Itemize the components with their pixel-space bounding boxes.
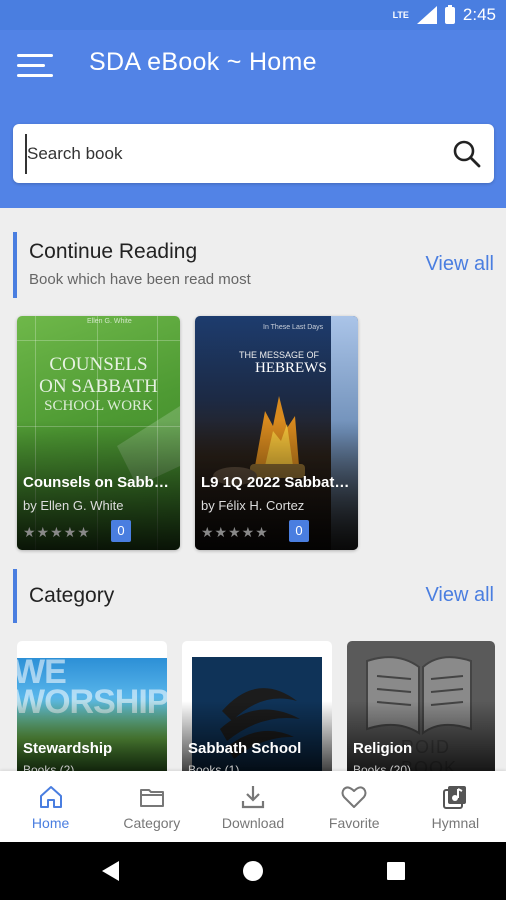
nav-home[interactable]: Home	[0, 771, 101, 842]
section-accent-bar	[13, 569, 17, 623]
back-icon[interactable]	[99, 859, 123, 883]
nav-label: Download	[221, 815, 285, 831]
book-title: L9 1Q 2022 Sabbath School	[201, 474, 353, 491]
book-author: by Ellen G. White	[23, 498, 124, 513]
category-name: Sabbath School	[188, 740, 302, 757]
section-subtitle: Book which have been read most	[29, 271, 251, 288]
home-circle-icon[interactable]	[241, 859, 265, 883]
battery-icon	[444, 4, 455, 24]
nav-label: Category	[123, 815, 181, 831]
search-icon[interactable]	[452, 139, 482, 169]
category-card[interactable]: Sabbath School Books (1)	[182, 641, 332, 781]
category-name: Religion	[353, 740, 413, 757]
cover-title-line: HEBREWS	[255, 360, 327, 376]
bottom-navigation: Home Category Download Favorite Hymnal	[0, 771, 506, 842]
download-icon	[241, 786, 265, 809]
clock: 2:45	[462, 5, 496, 24]
view-all-link[interactable]: View all	[425, 584, 494, 607]
book-card[interactable]: In These Last Days THE MESSAGE OF HEBREW…	[195, 316, 358, 550]
category-name: Stewardship	[23, 740, 113, 757]
page-title: SDA eBook ~ Home	[89, 48, 317, 76]
book-card[interactable]: Ellen G. White COUNSELS ON SABBATH SCHOO…	[17, 316, 180, 550]
book-title: Counsels on Sabbath School Work	[23, 474, 175, 491]
view-all-link[interactable]: View all	[425, 253, 494, 276]
signal-icon	[416, 6, 437, 24]
cover-title-line: ON SABBATH	[39, 376, 158, 397]
rating-badge: 0	[111, 520, 131, 542]
nav-download[interactable]: Download	[202, 771, 303, 842]
nav-label: Home	[31, 815, 70, 831]
nav-favorite[interactable]: Favorite	[304, 771, 405, 842]
menu-line	[17, 64, 45, 67]
nav-category[interactable]: Category	[101, 771, 202, 842]
system-navigation-bar	[0, 842, 506, 900]
cover-header: In These Last Days	[263, 324, 324, 331]
menu-button[interactable]	[17, 53, 53, 79]
rating-badge: 0	[289, 520, 309, 542]
category-card[interactable]: WEWORSHIP Stewardship Books (2)	[17, 641, 167, 781]
heart-icon	[341, 786, 367, 808]
search-bar	[13, 124, 494, 183]
category-header: Category View all	[13, 569, 494, 623]
star-rating: ★★★★★	[23, 524, 91, 540]
section-title: Category	[29, 584, 115, 607]
home-icon	[39, 786, 62, 808]
continue-reading-header: Continue Reading Book which have been re…	[13, 232, 494, 298]
recents-icon[interactable]	[385, 860, 407, 882]
nav-hymnal[interactable]: Hymnal	[405, 771, 506, 842]
cover-title-line: THE MESSAGE OF	[239, 350, 320, 360]
book-author: by Félix H. Cortez	[201, 498, 305, 513]
status-bar: LTE 2:45	[0, 0, 506, 30]
menu-line	[17, 54, 53, 57]
cover-title-line: COUNSELS	[49, 354, 148, 375]
cover-header: Ellen G. White	[87, 318, 132, 325]
music-note-icon	[443, 786, 467, 809]
folder-icon	[139, 789, 164, 807]
search-input[interactable]	[25, 133, 452, 174]
cover-title-line: SCHOOL WORK	[44, 398, 153, 414]
nav-label: Favorite	[328, 815, 380, 831]
star-rating: ★★★★★	[201, 524, 269, 540]
section-accent-bar	[13, 232, 17, 298]
lte-label: LTE	[392, 10, 409, 20]
category-card[interactable]: ROIDBOOK Religion Books (20)	[347, 641, 495, 781]
app-bar: SDA eBook ~ Home	[0, 30, 506, 208]
section-title: Continue Reading	[29, 240, 198, 263]
menu-line	[17, 74, 53, 77]
nav-label: Hymnal	[431, 815, 480, 831]
